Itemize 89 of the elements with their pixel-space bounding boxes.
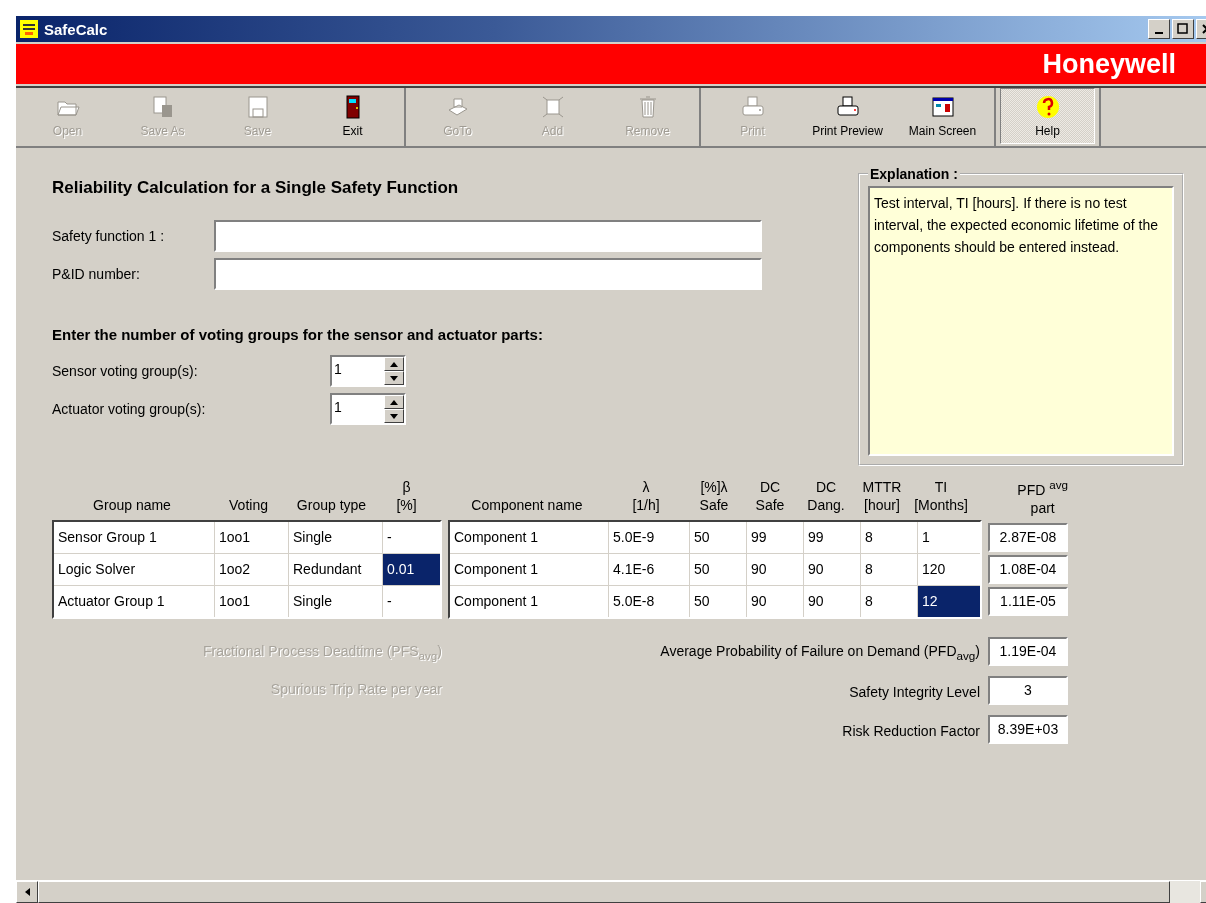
scroll-left-button[interactable] bbox=[16, 881, 38, 903]
result-label: Average Probability of Failure on Demand (PFD$_{avg}$) bbox=[660, 643, 980, 663]
minimize-icon bbox=[1155, 32, 1163, 34]
maximize-button[interactable] bbox=[1172, 19, 1194, 39]
table-cell[interactable]: 8 bbox=[861, 553, 917, 585]
table-cell[interactable]: - bbox=[383, 521, 440, 553]
column-header: β [%] bbox=[395, 477, 418, 515]
table-cell[interactable]: Component 1 bbox=[450, 553, 608, 585]
table-cell[interactable]: Single bbox=[289, 521, 382, 553]
input-field[interactable] bbox=[214, 258, 762, 290]
toolbar-button[interactable]: Exit bbox=[305, 88, 400, 144]
column-header: MTTR [hour] bbox=[861, 477, 903, 515]
app-logo-icon bbox=[20, 20, 38, 38]
column-header: DC Safe bbox=[754, 477, 786, 515]
column-header: DC Dang. bbox=[806, 477, 846, 515]
left-arrow-icon bbox=[24, 888, 30, 896]
table-cell[interactable]: Single bbox=[289, 585, 382, 617]
help-icon bbox=[1034, 94, 1061, 120]
table-cell[interactable]: 99 bbox=[804, 521, 860, 553]
result-field: 1.11E-05 bbox=[988, 586, 1068, 616]
table-cell[interactable]: 50 bbox=[690, 585, 746, 617]
table-cell[interactable]: 1 bbox=[918, 521, 980, 553]
table-cell[interactable]: Logic Solver bbox=[54, 553, 214, 585]
result-field: 2.87E-08 bbox=[988, 522, 1068, 552]
table-cell[interactable]: Redundant bbox=[289, 553, 382, 585]
spin-up-button[interactable] bbox=[384, 357, 404, 371]
panel-title: Explanation : bbox=[869, 166, 959, 182]
column-header: TI [Months] bbox=[913, 477, 969, 515]
table-cell[interactable]: 5.0E-9 bbox=[609, 521, 689, 553]
table-cell[interactable]: 50 bbox=[690, 553, 746, 585]
spin-up-button[interactable] bbox=[384, 395, 404, 409]
table-cell[interactable]: 90 bbox=[804, 553, 860, 585]
brand-logo: Honeywell bbox=[1042, 48, 1176, 80]
table-cell[interactable]: 5.0E-8 bbox=[609, 585, 689, 617]
input-field[interactable] bbox=[214, 220, 762, 252]
spin-box[interactable]: 1 bbox=[330, 393, 406, 425]
table-cell[interactable]: Component 1 bbox=[450, 521, 608, 553]
up-arrow-icon bbox=[390, 361, 398, 367]
spin-box[interactable]: 1 bbox=[330, 355, 406, 387]
down-arrow-icon bbox=[390, 413, 398, 419]
maximize-icon bbox=[1177, 23, 1189, 35]
toolbar-button[interactable]: Print Preview bbox=[800, 88, 895, 144]
table-cell[interactable]: 8 bbox=[861, 585, 917, 617]
column-header: PFD $^{avg}$ part bbox=[1017, 477, 1068, 518]
table-cell[interactable]: 1oo2 bbox=[215, 553, 288, 585]
column-header: Component name bbox=[470, 495, 584, 515]
section-heading: Enter the number of voting groups for the sensor and actuator parts: bbox=[52, 326, 544, 343]
field-label: P&ID number: bbox=[52, 266, 141, 282]
table-cell[interactable]: 4.1E-6 bbox=[609, 553, 689, 585]
up-arrow-icon bbox=[390, 399, 398, 405]
table-cell[interactable]: 1oo1 bbox=[215, 521, 288, 553]
spinner-label: Sensor voting group(s): bbox=[52, 363, 199, 379]
table-cell[interactable]: Sensor Group 1 bbox=[54, 521, 214, 553]
table-cell[interactable]: Actuator Group 1 bbox=[54, 585, 214, 617]
result-field: 3 bbox=[988, 675, 1068, 705]
field-label: Safety function 1 : bbox=[52, 228, 166, 244]
table-cell[interactable]: 1oo1 bbox=[215, 585, 288, 617]
result-label: Risk Reduction Factor bbox=[842, 722, 980, 739]
window-title: SafeCalc bbox=[44, 20, 108, 38]
toolbar-button[interactable]: Main Screen bbox=[895, 88, 990, 144]
table-cell[interactable]: - bbox=[383, 585, 440, 617]
table-cell[interactable]: 90 bbox=[747, 585, 803, 617]
column-header: [%]λ Safe bbox=[698, 477, 730, 515]
explanation-text: Test interval, TI [hours]. If there is no test interval, the expected economic lifetime of the components should be entered instead. bbox=[868, 186, 1174, 456]
result-field: 8.39E+03 bbox=[988, 714, 1068, 744]
column-header: λ [1/h] bbox=[631, 477, 661, 515]
result-label: Safety Integrity Level bbox=[849, 683, 980, 700]
table-cell[interactable]: 8 bbox=[861, 521, 917, 553]
result-field: 1.19E-04 bbox=[988, 636, 1068, 666]
page-heading: Reliability Calculation for a Single Safety Function bbox=[52, 178, 460, 198]
table-cell[interactable]: 90 bbox=[804, 585, 860, 617]
table-cell[interactable]: 99 bbox=[747, 521, 803, 553]
table-cell[interactable]: 12 bbox=[918, 585, 980, 617]
table-cell[interactable]: 50 bbox=[690, 521, 746, 553]
spin-down-button[interactable] bbox=[384, 409, 404, 423]
toolbar-button[interactable]: Help bbox=[1000, 88, 1095, 144]
minimize-button[interactable] bbox=[1148, 19, 1170, 39]
spinner-label: Actuator voting group(s): bbox=[52, 401, 207, 417]
result-field: 1.08E-04 bbox=[988, 554, 1068, 584]
column-header: Voting bbox=[228, 495, 269, 515]
table-cell[interactable]: 120 bbox=[918, 553, 980, 585]
window-icon bbox=[929, 94, 956, 120]
down-arrow-icon bbox=[390, 375, 398, 381]
spin-down-button[interactable] bbox=[384, 371, 404, 385]
column-header: Group type bbox=[295, 495, 368, 515]
table-cell[interactable]: 90 bbox=[747, 553, 803, 585]
table-cell[interactable]: Component 1 bbox=[450, 585, 608, 617]
table-cell[interactable]: 0.01 bbox=[383, 553, 440, 585]
column-header: Group name bbox=[92, 495, 172, 515]
